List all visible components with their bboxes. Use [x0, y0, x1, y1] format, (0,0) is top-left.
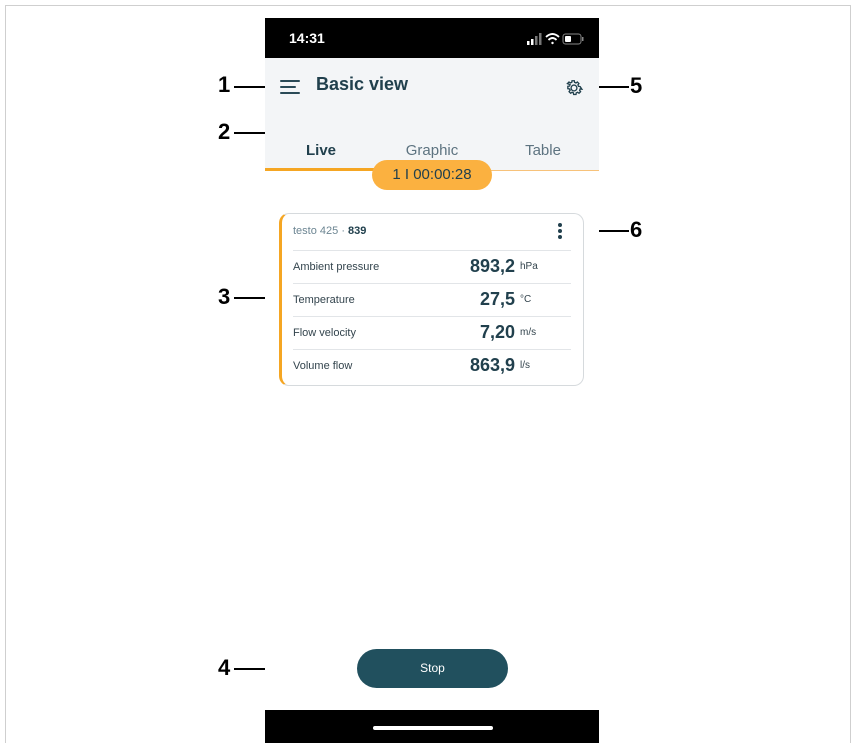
measurement-row: Volume flow 863,9 l/s — [293, 349, 571, 383]
measurement-row: Flow velocity 7,20 m/s — [293, 316, 571, 350]
callout-4: 4 — [218, 655, 231, 680]
hamburger-menu-icon[interactable] — [280, 80, 300, 96]
stop-button[interactable]: Stop — [357, 649, 508, 688]
measurement-row: Temperature 27,5 °C — [293, 283, 571, 317]
callout-2: 2 — [218, 119, 231, 144]
page-title: Basic view — [316, 74, 409, 94]
device-card: testo 425 · 839 Ambient pressure 893,2 h… — [279, 213, 584, 386]
callout-5: 5 — [630, 73, 643, 98]
callout-6: 6 — [630, 217, 643, 242]
measurement-unit: °C — [520, 294, 532, 305]
wifi-icon — [545, 33, 560, 45]
measurement-row: Ambient pressure 893,2 hPa — [293, 250, 571, 284]
tab-live[interactable]: Live — [265, 142, 377, 159]
measurement-value: 893,2 — [469, 256, 515, 276]
measurement-label: Temperature — [293, 294, 355, 306]
tab-table[interactable]: Table — [487, 142, 599, 159]
home-indicator[interactable] — [373, 726, 493, 730]
callout-1: 1 — [218, 72, 231, 97]
device-serial: 839 — [348, 225, 367, 237]
measurement-unit: hPa — [520, 261, 538, 272]
measurement-unit: m/s — [520, 327, 537, 338]
device-name: testo 425 · — [293, 225, 349, 237]
home-bar — [265, 710, 599, 743]
status-bar: 14:31 — [265, 18, 599, 58]
phone-screen: 14:31 Basic view Live Graphic Table 1 I … — [265, 18, 599, 743]
gear-icon[interactable] — [564, 78, 584, 98]
measurement-value: 7,20 — [479, 322, 515, 342]
app-header: Basic view Live Graphic Table — [265, 58, 599, 171]
signal-icon — [527, 33, 542, 45]
measurement-label: Ambient pressure — [293, 261, 380, 273]
measurement-value: 863,9 — [469, 355, 515, 375]
battery-icon — [562, 33, 584, 45]
more-options-icon[interactable] — [557, 223, 563, 241]
measurement-label: Flow velocity — [293, 327, 356, 339]
status-time: 14:31 — [289, 30, 325, 46]
measurement-unit: l/s — [520, 360, 530, 371]
tab-graphic[interactable]: Graphic — [377, 142, 487, 159]
callout-3: 3 — [218, 284, 231, 309]
measurement-label: Volume flow — [293, 360, 353, 372]
measurement-value: 27,5 — [479, 289, 515, 309]
measurement-timer: 1 I 00:00:28 — [372, 160, 492, 190]
active-tab-indicator — [265, 168, 377, 171]
device-title: testo 425 · 839 — [293, 225, 366, 237]
status-icons — [527, 33, 584, 45]
